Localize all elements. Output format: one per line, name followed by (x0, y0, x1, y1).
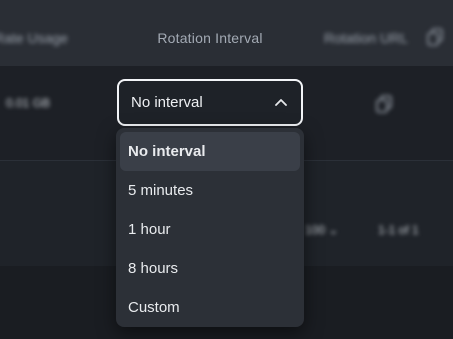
option-5-minutes[interactable]: 5 minutes (120, 171, 300, 210)
option-8-hours[interactable]: 8 hours (120, 249, 300, 288)
rotation-interval-dropdown: No interval 5 minutes 1 hour 8 hours Cus… (116, 128, 304, 327)
copy-icon[interactable] (427, 28, 443, 46)
option-no-interval[interactable]: No interval (120, 132, 300, 171)
copy-icon[interactable] (376, 95, 392, 113)
rows-per-page-value: 100 (305, 223, 326, 237)
pagination-label: 1-1 of 1 (378, 223, 419, 237)
option-custom[interactable]: Custom (120, 288, 300, 327)
rotation-interval-select[interactable]: No interval (117, 79, 303, 126)
select-value: No interval (131, 94, 203, 111)
rotation-interval-header: Rotation Interval (157, 30, 263, 46)
rate-usage-value: 0.01 GB (6, 96, 51, 110)
rows-per-page-select[interactable]: 100 ⌄ (305, 223, 338, 237)
chevron-down-icon: ⌄ (328, 223, 339, 237)
option-1-hour[interactable]: 1 hour (120, 210, 300, 249)
chevron-up-icon (275, 99, 287, 106)
